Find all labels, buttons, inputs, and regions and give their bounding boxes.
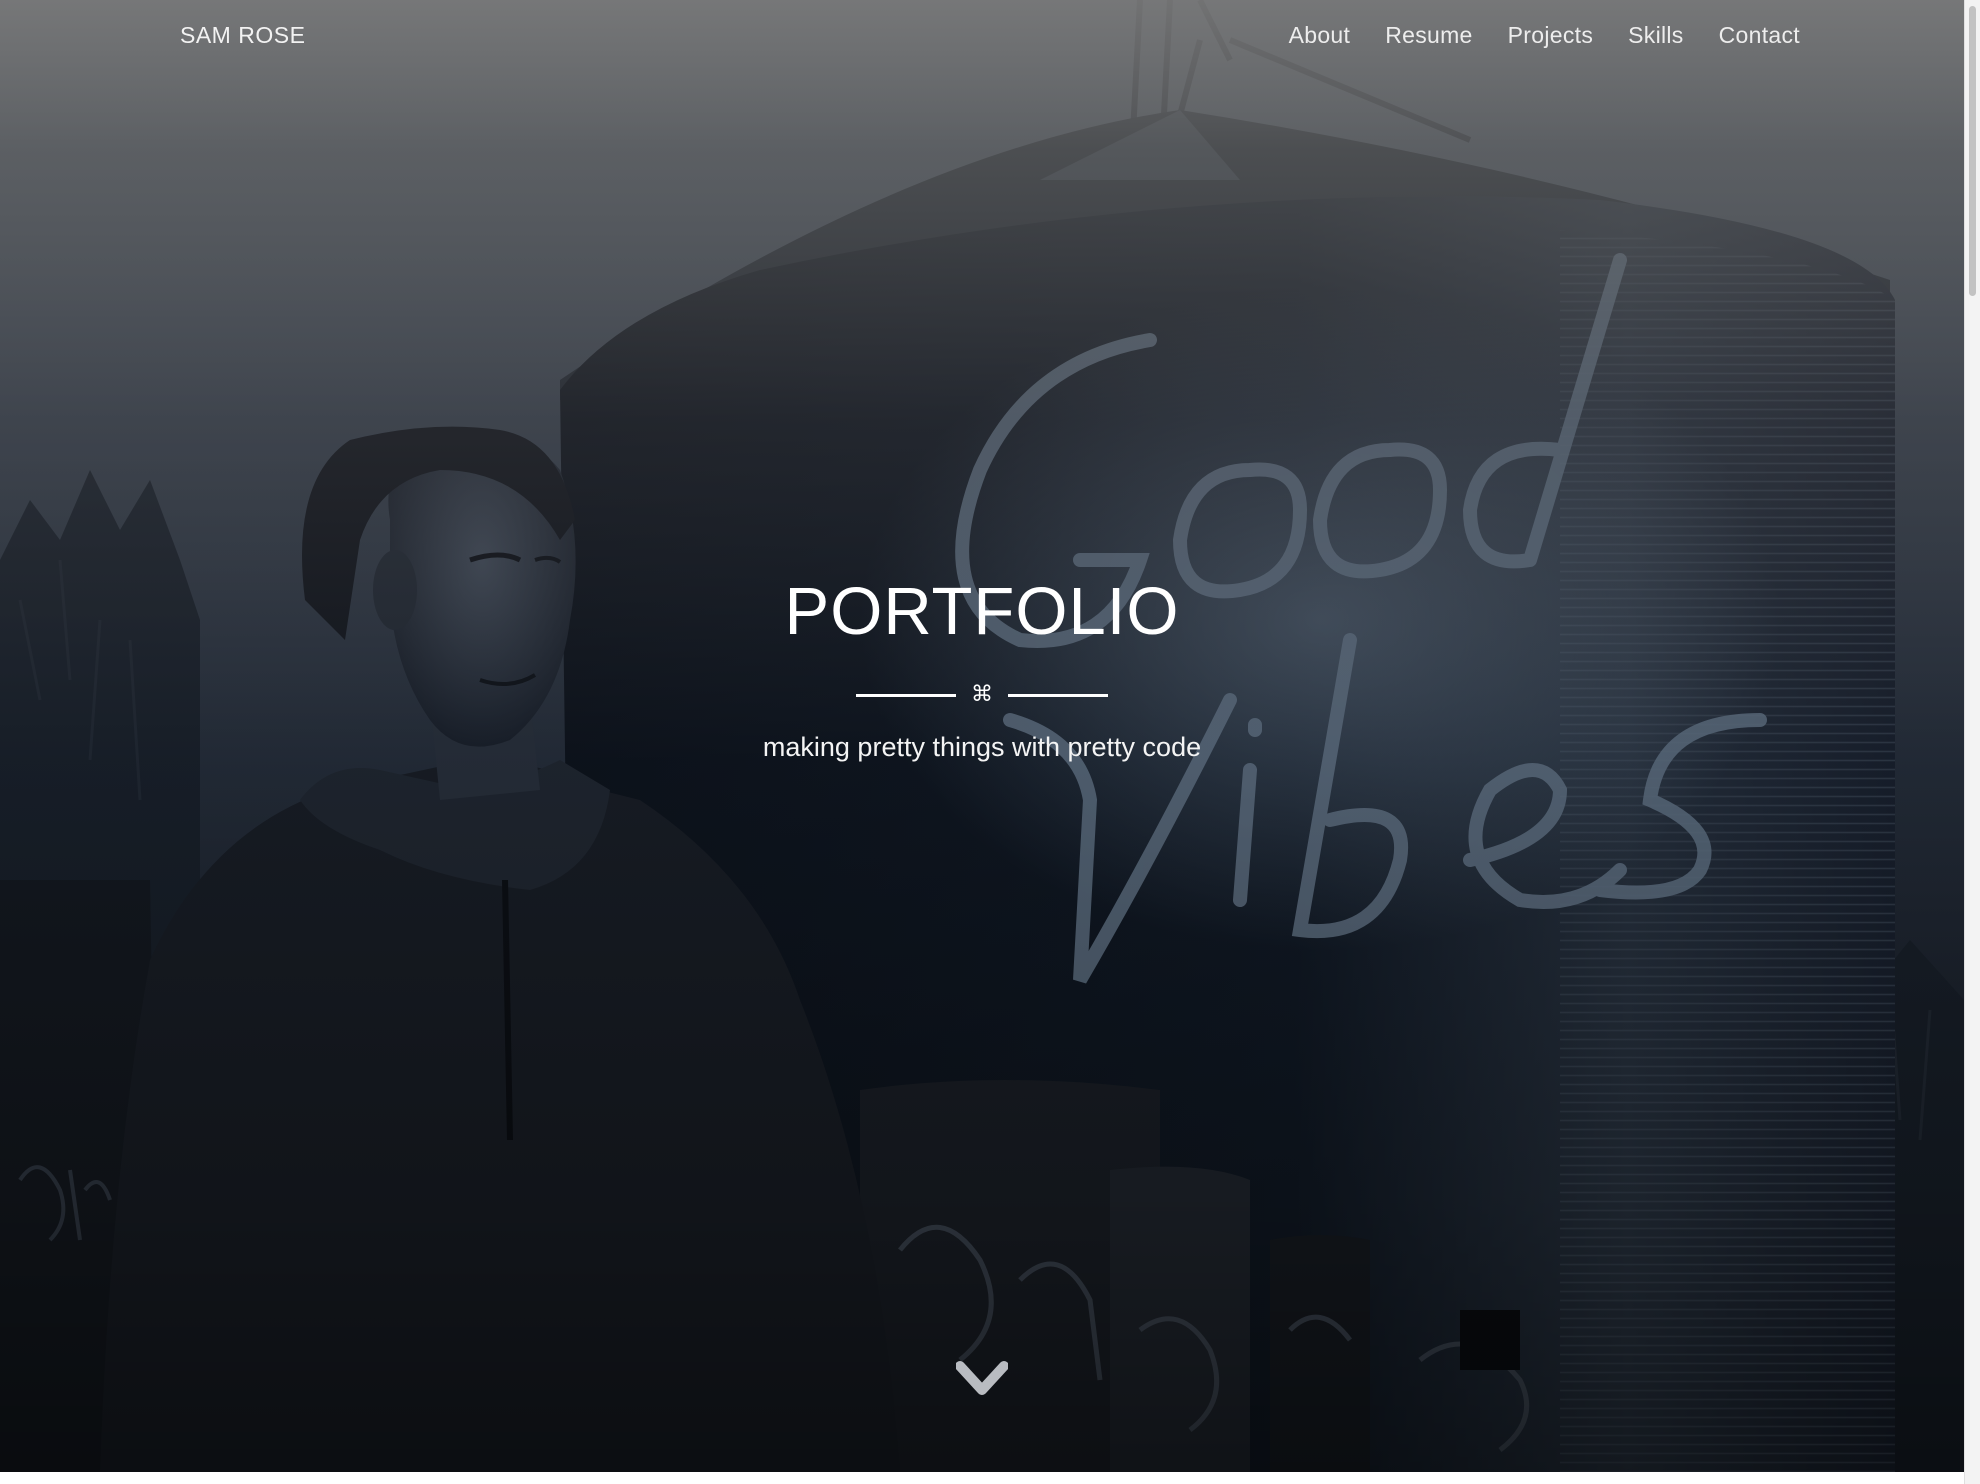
- nav-links: About Resume Projects Skills Contact: [1289, 22, 1800, 49]
- page-scrollbar-thumb[interactable]: [1969, 6, 1976, 296]
- nav-item-about: About: [1289, 22, 1351, 49]
- scroll-down-button[interactable]: [955, 1360, 1009, 1400]
- hero-divider: ⌘: [0, 680, 1964, 710]
- divider-line-left: [856, 693, 956, 697]
- brand-logo-link[interactable]: SAM ROSE: [180, 22, 305, 49]
- nav-link-skills[interactable]: Skills: [1628, 22, 1683, 48]
- hero-title: PORTFOLIO: [784, 574, 1180, 649]
- chevron-down-icon: [955, 1361, 1009, 1395]
- hero-section: SAM ROSE About Resume Projects Skills Co…: [0, 0, 1964, 1472]
- nav-item-contact: Contact: [1719, 22, 1800, 49]
- nav-item-resume: Resume: [1385, 22, 1472, 49]
- top-navbar: SAM ROSE About Resume Projects Skills Co…: [0, 0, 1964, 76]
- browser-viewport: SAM ROSE About Resume Projects Skills Co…: [0, 0, 1980, 1484]
- nav-link-about[interactable]: About: [1289, 22, 1351, 48]
- hero-subtitle: making pretty things with pretty code: [762, 732, 1202, 762]
- nav-link-contact[interactable]: Contact: [1719, 22, 1800, 48]
- command-icon: ⌘: [971, 682, 993, 707]
- divider-line-right: [1008, 693, 1108, 697]
- hero-content: PORTFOLIO ⌘ making pretty things with pr…: [0, 572, 1964, 763]
- nav-item-skills: Skills: [1628, 22, 1683, 49]
- nav-link-projects[interactable]: Projects: [1508, 22, 1593, 48]
- nav-link-resume[interactable]: Resume: [1385, 22, 1472, 48]
- nav-item-projects: Projects: [1508, 22, 1593, 49]
